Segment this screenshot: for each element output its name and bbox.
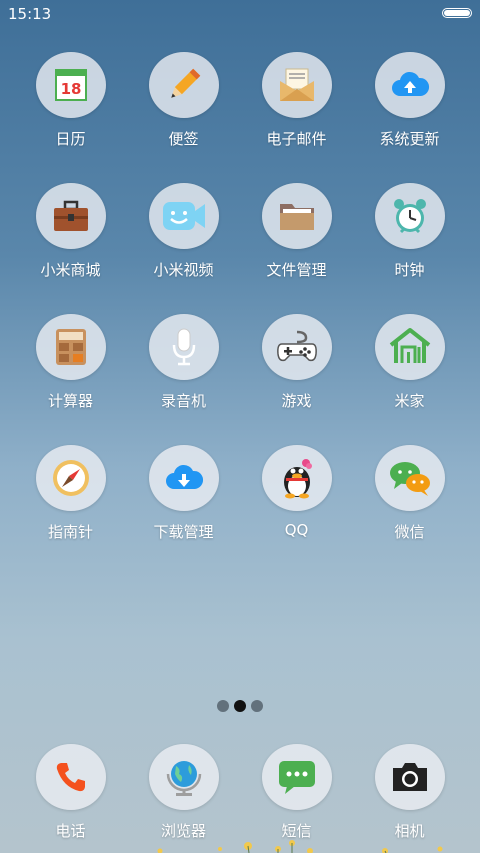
app-label: 微信 xyxy=(394,523,425,541)
dock-camera[interactable]: 相机 xyxy=(353,744,466,841)
qq-penguin-icon xyxy=(261,445,332,511)
app-label: 日历 xyxy=(55,130,86,148)
app-recorder[interactable]: 录音机 xyxy=(127,314,240,411)
app-qq[interactable]: QQ xyxy=(240,445,353,542)
calculator-icon xyxy=(35,314,106,380)
app-system-update[interactable]: 系统更新 xyxy=(353,52,466,149)
pencil-icon xyxy=(148,52,219,118)
app-games[interactable]: 游戏 xyxy=(240,314,353,411)
calendar-icon: 18 xyxy=(35,52,106,118)
app-label: 小米视频 xyxy=(153,261,214,279)
app-download-manager[interactable]: 下载管理 xyxy=(127,445,240,542)
app-label: 短信 xyxy=(281,822,312,840)
cloud-download-icon xyxy=(148,445,219,511)
phone-icon xyxy=(35,744,106,810)
app-label: 时钟 xyxy=(394,261,425,279)
app-calendar[interactable]: 18 日历 xyxy=(14,52,127,149)
microphone-icon xyxy=(148,314,219,380)
wechat-bubbles-icon xyxy=(374,445,445,511)
app-label: 文件管理 xyxy=(266,261,327,279)
app-label: 便签 xyxy=(168,130,199,148)
dock-phone[interactable]: 电话 xyxy=(14,744,127,841)
status-bar: 15:13 xyxy=(0,0,480,28)
video-camera-icon xyxy=(148,183,219,249)
page-dot-2[interactable] xyxy=(234,700,246,712)
app-calculator[interactable]: 计算器 xyxy=(14,314,127,411)
app-file-manager[interactable]: 文件管理 xyxy=(240,183,353,280)
mi-home-icon xyxy=(374,314,445,380)
globe-icon xyxy=(148,744,219,810)
app-label: 计算器 xyxy=(47,392,93,410)
app-label: QQ xyxy=(284,521,309,539)
dock: 电话 浏览器 短信 相机 xyxy=(14,744,466,841)
page-dot-1[interactable] xyxy=(217,700,229,712)
app-grid: 18 日历 便签 电子邮件 系统更新 小米商城 小米视频 文件管理 时钟 计算器… xyxy=(14,52,466,542)
app-label: 小米商城 xyxy=(40,261,101,279)
app-label: 相机 xyxy=(394,822,425,840)
app-compass[interactable]: 指南针 xyxy=(14,445,127,542)
dock-browser[interactable]: 浏览器 xyxy=(127,744,240,841)
app-label: 电子邮件 xyxy=(266,130,327,148)
compass-icon xyxy=(35,445,106,511)
alarm-clock-icon xyxy=(374,183,445,249)
app-label: 下载管理 xyxy=(153,523,214,541)
app-label: 浏览器 xyxy=(160,822,206,840)
app-label: 电话 xyxy=(55,822,86,840)
app-mi-video[interactable]: 小米视频 xyxy=(127,183,240,280)
app-wechat[interactable]: 微信 xyxy=(353,445,466,542)
app-email[interactable]: 电子邮件 xyxy=(240,52,353,149)
camera-icon xyxy=(374,744,445,810)
app-clock[interactable]: 时钟 xyxy=(353,183,466,280)
mail-icon xyxy=(261,52,332,118)
app-label: 系统更新 xyxy=(379,130,440,148)
app-notes[interactable]: 便签 xyxy=(127,52,240,149)
app-label: 录音机 xyxy=(160,392,206,410)
page-indicator[interactable] xyxy=(0,700,480,712)
app-label: 游戏 xyxy=(281,392,312,410)
calendar-day: 18 xyxy=(60,80,81,98)
briefcase-icon xyxy=(35,183,106,249)
app-label: 米家 xyxy=(394,392,425,410)
dock-messages[interactable]: 短信 xyxy=(240,744,353,841)
page-dot-3[interactable] xyxy=(251,700,263,712)
cloud-upload-icon xyxy=(374,52,445,118)
message-icon xyxy=(261,744,332,810)
app-label: 指南针 xyxy=(47,523,93,541)
battery-icon xyxy=(442,8,472,18)
status-time: 15:13 xyxy=(8,5,52,23)
gamepad-icon xyxy=(261,314,332,380)
folder-icon xyxy=(261,183,332,249)
app-mi-home[interactable]: 米家 xyxy=(353,314,466,411)
app-mi-store[interactable]: 小米商城 xyxy=(14,183,127,280)
